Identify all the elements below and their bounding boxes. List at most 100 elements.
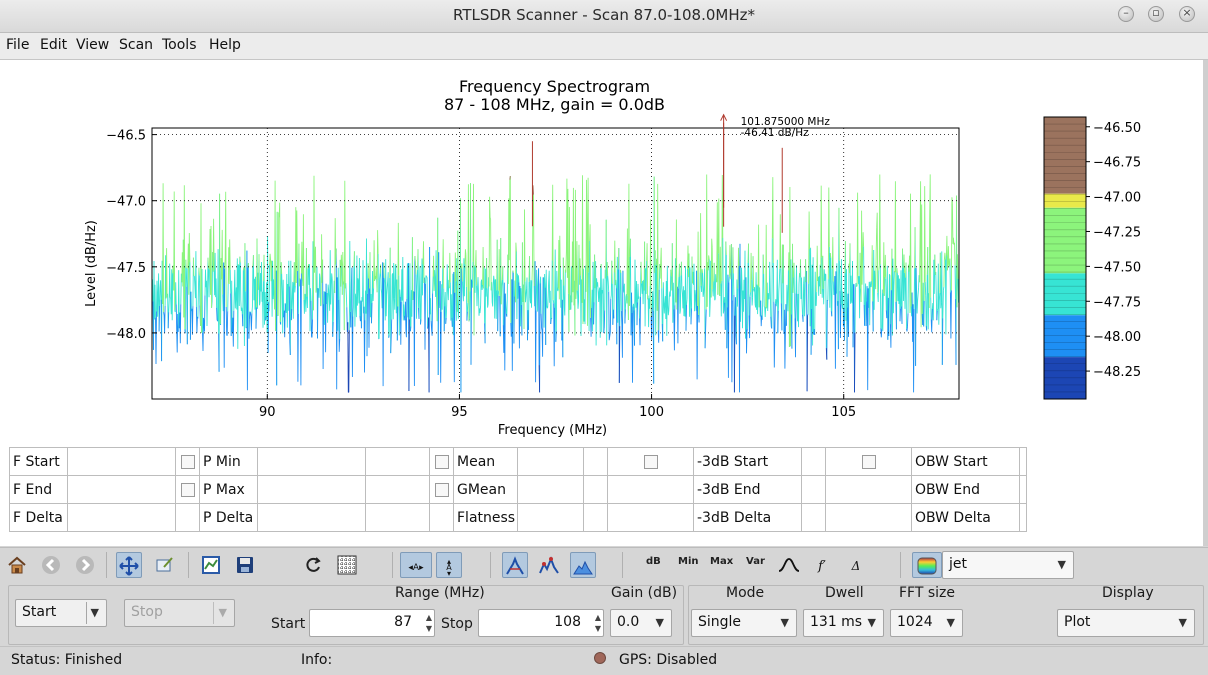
colorbar-tick-label: −47.25 bbox=[1093, 225, 1141, 240]
mode-select[interactable]: Single ▼ bbox=[691, 609, 797, 637]
x-tick-label: 90 bbox=[259, 405, 276, 420]
annotation-level: -46.41 dB/Hz bbox=[741, 127, 809, 139]
stop-freq-input[interactable]: 108 ▲ ▼ bbox=[478, 609, 604, 637]
diff-button[interactable]: f′ bbox=[810, 552, 836, 578]
colorbar-tick-label: −46.50 bbox=[1093, 121, 1141, 136]
measurement-label: GMean bbox=[453, 475, 518, 504]
refresh-icon bbox=[306, 557, 321, 572]
measurement-label: F Delta bbox=[9, 503, 68, 532]
spin-arrows-icon[interactable]: ▲ ▼ bbox=[595, 612, 601, 634]
smooth-button[interactable] bbox=[776, 552, 802, 578]
save-button[interactable] bbox=[232, 552, 258, 578]
peaks-all-button[interactable] bbox=[536, 552, 562, 578]
gain-select[interactable]: 0.0 ▼ bbox=[610, 609, 672, 637]
measurement-checkbox[interactable] bbox=[180, 454, 195, 469]
measurement-value bbox=[801, 475, 826, 504]
peaks-icon bbox=[539, 556, 559, 574]
menu-edit[interactable]: Edit bbox=[40, 37, 67, 53]
measurement-value bbox=[583, 503, 608, 532]
menu-tools[interactable]: Tools bbox=[162, 37, 197, 53]
refresh-button[interactable] bbox=[300, 552, 326, 578]
measurement-label: P Min bbox=[199, 447, 258, 476]
measurement-checkbox-cell bbox=[825, 447, 912, 476]
max-button[interactable]: Max bbox=[710, 556, 733, 567]
auto-range-y-button[interactable]: ▴ A ▾ bbox=[436, 552, 462, 578]
delta-button[interactable]: Δ bbox=[843, 552, 869, 578]
measurement-value bbox=[365, 475, 430, 504]
fill-area-icon bbox=[573, 560, 593, 575]
menu-help[interactable]: Help bbox=[209, 37, 241, 53]
scan-controls: Start ▼ Stop ▼ Range (MHz) Start 87 ▲ ▼ S… bbox=[0, 581, 1208, 646]
y-axis-label: Level (dB/Hz) bbox=[84, 220, 99, 307]
measurement-label: Flatness bbox=[453, 503, 518, 532]
close-button[interactable]: × bbox=[1179, 6, 1195, 22]
dwell-select[interactable]: 131 ms ▼ bbox=[803, 609, 884, 637]
stop-button-label: Stop bbox=[131, 604, 163, 620]
measurement-label: -3dB End bbox=[693, 475, 802, 504]
colorbar-tick-label: −48.25 bbox=[1093, 365, 1141, 380]
colormap-toggle-button[interactable] bbox=[912, 552, 942, 578]
measurement-checkbox[interactable] bbox=[180, 482, 195, 497]
forward-button[interactable] bbox=[72, 552, 98, 578]
auto-range-x-button[interactable]: ◂A▸ bbox=[400, 552, 432, 578]
split-divider bbox=[86, 602, 87, 624]
toolbar-separator bbox=[392, 552, 393, 578]
toolbar-separator bbox=[188, 552, 189, 578]
measurement-value bbox=[365, 503, 430, 532]
var-button[interactable]: Var bbox=[746, 556, 765, 567]
menu-scan[interactable]: Scan bbox=[119, 37, 153, 53]
back-button[interactable] bbox=[38, 552, 64, 578]
colorbar-tick-label: −48.00 bbox=[1093, 330, 1141, 345]
measurement-value bbox=[517, 475, 584, 504]
measurement-row: F Delta P Delta Flatness -3dB Delta OBW Delt… bbox=[9, 503, 1027, 532]
spin-arrows-icon[interactable]: ▲ ▼ bbox=[426, 612, 432, 634]
peak-button[interactable] bbox=[502, 552, 528, 578]
measurement-checkbox[interactable] bbox=[434, 482, 449, 497]
fft-size-select[interactable]: 1024 ▼ bbox=[890, 609, 963, 637]
svg-text:◂A▸: ◂A▸ bbox=[408, 563, 424, 573]
measurement-label: -3dB Start bbox=[693, 447, 802, 476]
stop-button[interactable]: Stop ▼ bbox=[124, 599, 235, 627]
menu-view[interactable]: View bbox=[76, 37, 109, 53]
measurement-value bbox=[257, 475, 366, 504]
measurement-value bbox=[67, 503, 176, 532]
start-freq-label: Start bbox=[271, 616, 306, 632]
start-freq-input[interactable]: 87 ▲ ▼ bbox=[309, 609, 435, 637]
measurement-label: P Delta bbox=[199, 503, 258, 532]
configure-subplots-icon bbox=[202, 556, 220, 574]
zoom-rect-button[interactable] bbox=[152, 552, 178, 578]
colorbar-band bbox=[1044, 117, 1086, 194]
chevron-down-icon: ▼ bbox=[1057, 558, 1066, 571]
db-button[interactable]: dB bbox=[646, 556, 661, 567]
minimize-icon: – bbox=[1123, 6, 1129, 19]
subplots-button[interactable] bbox=[198, 552, 224, 578]
colormap-select[interactable]: jet ▼ bbox=[942, 551, 1074, 579]
dwell-label: Dwell bbox=[825, 585, 864, 601]
start-button[interactable]: Start ▼ bbox=[15, 599, 107, 627]
pan-button[interactable] bbox=[116, 552, 142, 578]
measurement-label: OBW End bbox=[911, 475, 1020, 504]
start-button-label: Start bbox=[22, 604, 57, 620]
window-title: RTLSDR Scanner - Scan 87.0-108.0MHz* bbox=[452, 6, 755, 24]
chevron-down-icon: ▼ bbox=[946, 616, 955, 629]
toolbar-separator bbox=[622, 552, 623, 578]
smooth-curve-icon bbox=[778, 558, 800, 572]
fill-button[interactable] bbox=[570, 552, 596, 578]
y-tick-label: −47.0 bbox=[106, 195, 146, 210]
display-select[interactable]: Plot ▼ bbox=[1057, 609, 1195, 637]
measurement-checkbox[interactable] bbox=[643, 454, 658, 469]
derivative-icon: f′ bbox=[817, 559, 826, 574]
minimize-button[interactable]: – bbox=[1118, 6, 1134, 22]
x-tick-label: 105 bbox=[831, 405, 856, 420]
min-button[interactable]: Min bbox=[678, 556, 699, 567]
measurement-checkbox[interactable] bbox=[861, 454, 876, 469]
home-button[interactable] bbox=[4, 552, 30, 578]
measurement-checkbox-cell bbox=[607, 447, 694, 476]
measurement-checkbox[interactable] bbox=[434, 454, 449, 469]
menu-file[interactable]: File bbox=[6, 37, 29, 53]
grid-button[interactable] bbox=[334, 552, 360, 578]
status-text: Status: Finished bbox=[11, 652, 123, 668]
toolbar-separator bbox=[490, 552, 491, 578]
maximize-button[interactable]: ▫ bbox=[1148, 6, 1164, 22]
colorbar-band bbox=[1044, 193, 1086, 208]
